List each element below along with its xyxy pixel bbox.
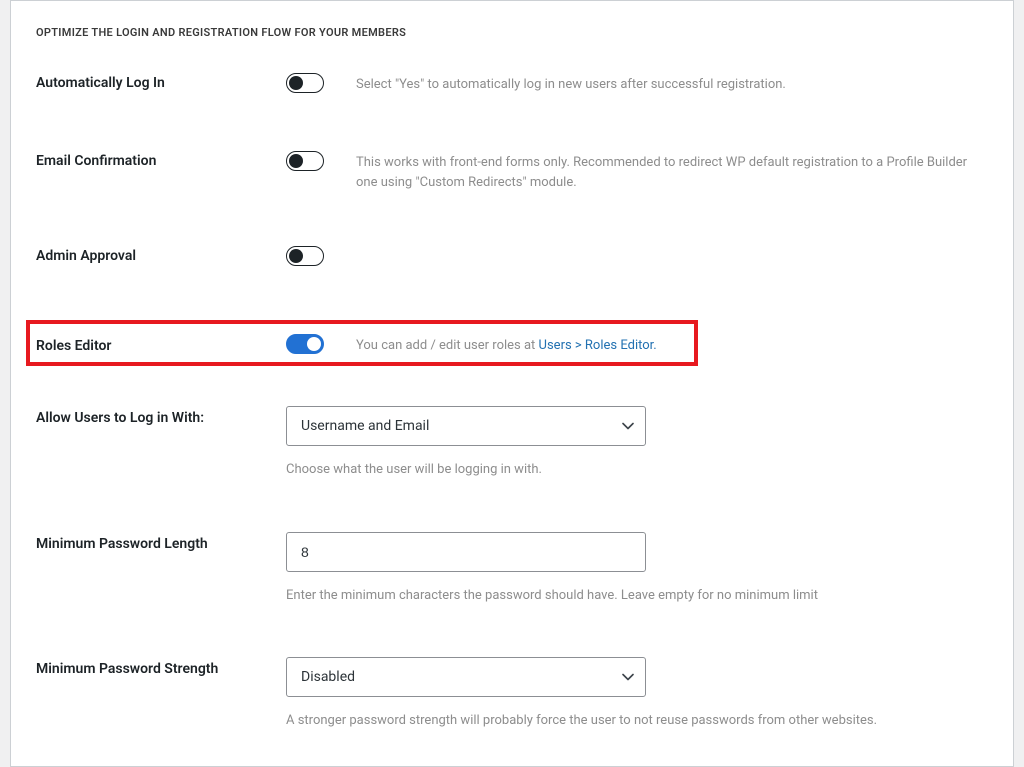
link-roles-editor[interactable]: Users > Roles Editor. bbox=[539, 338, 657, 353]
toggle-roles-editor[interactable] bbox=[286, 334, 324, 354]
label-login-with: Allow Users to Log in With: bbox=[36, 406, 286, 426]
hint-login-with: Choose what the user will be logging in … bbox=[286, 460, 988, 480]
row-email-confirmation: Email Confirmation This works with front… bbox=[36, 149, 988, 192]
row-admin-approval: Admin Approval bbox=[36, 244, 988, 270]
row-login-with: Allow Users to Log in With: Username and… bbox=[36, 406, 988, 480]
input-min-pw-length[interactable] bbox=[286, 532, 646, 572]
select-min-pw-strength[interactable]: Disabled bbox=[286, 657, 646, 697]
label-auto-login: Automatically Log In bbox=[36, 71, 286, 91]
row-min-pw-length: Minimum Password Length Enter the minimu… bbox=[36, 532, 988, 606]
label-email-confirmation: Email Confirmation bbox=[36, 149, 286, 169]
desc-roles-editor-text: You can add / edit user roles at bbox=[356, 338, 539, 353]
label-min-pw-strength: Minimum Password Strength bbox=[36, 657, 286, 677]
desc-roles-editor: You can add / edit user roles at Users >… bbox=[356, 336, 688, 356]
label-roles-editor: Roles Editor bbox=[36, 338, 286, 354]
label-admin-approval: Admin Approval bbox=[36, 244, 286, 264]
toggle-auto-login[interactable] bbox=[286, 73, 324, 93]
select-login-with-value: Username and Email bbox=[301, 418, 429, 434]
desc-email-confirmation: This works with front-end forms only. Re… bbox=[356, 149, 988, 192]
select-min-pw-strength-value: Disabled bbox=[301, 669, 355, 685]
hint-min-pw-length: Enter the minimum characters the passwor… bbox=[286, 586, 988, 606]
row-min-pw-strength: Minimum Password Strength Disabled A str… bbox=[36, 657, 988, 731]
row-roles-editor: Roles Editor You can add / edit user rol… bbox=[26, 320, 698, 366]
hint-min-pw-strength: A stronger password strength will probab… bbox=[286, 711, 988, 731]
section-title: OPTIMIZE THE LOGIN AND REGISTRATION FLOW… bbox=[36, 26, 988, 39]
settings-panel: OPTIMIZE THE LOGIN AND REGISTRATION FLOW… bbox=[10, 0, 1014, 767]
toggle-email-confirmation[interactable] bbox=[286, 151, 324, 171]
toggle-admin-approval[interactable] bbox=[286, 246, 324, 266]
desc-auto-login: Select "Yes" to automatically log in new… bbox=[356, 71, 988, 95]
select-login-with[interactable]: Username and Email bbox=[286, 406, 646, 446]
row-auto-login: Automatically Log In Select "Yes" to aut… bbox=[36, 71, 988, 97]
label-min-pw-length: Minimum Password Length bbox=[36, 532, 286, 552]
